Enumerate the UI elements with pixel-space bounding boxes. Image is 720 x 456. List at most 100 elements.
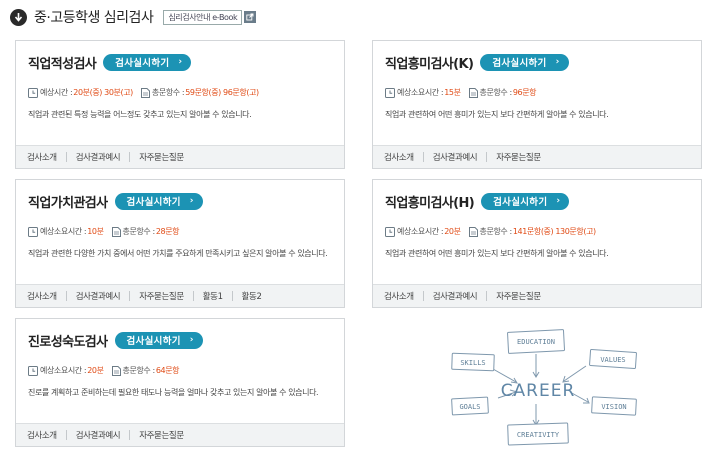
time-label: 예상소요시간 : <box>40 366 87 375</box>
time-label: 예상시간 : <box>40 88 73 97</box>
divider <box>231 291 233 301</box>
card-footer: 검사소개 검사결과예시 자주묻는질문 <box>16 423 344 446</box>
link-result-example[interactable]: 검사결과예시 <box>433 290 478 302</box>
card-title: 직업가치관검사 <box>28 195 108 211</box>
meta-row: 예상소요시간 : 10분 총문항수 : 28문항 <box>28 226 332 237</box>
divider <box>192 291 194 301</box>
time-label: 예상소요시간 : <box>397 88 444 97</box>
link-result-example[interactable]: 검사결과예시 <box>76 429 121 441</box>
meta-row: 예상소요시간 : 20분 총문항수 : 64문항 <box>28 365 332 376</box>
link-test-intro[interactable]: 검사소개 <box>384 151 414 163</box>
start-test-button[interactable]: 검사실시하기 › <box>481 192 570 210</box>
start-test-label: 검사실시하기 <box>492 58 547 69</box>
document-icon <box>140 87 150 98</box>
document-icon <box>468 87 478 98</box>
chevron-right-icon: › <box>178 57 183 67</box>
link-test-intro[interactable]: 검사소개 <box>384 290 414 302</box>
link-result-example[interactable]: 검사결과예시 <box>433 151 478 163</box>
external-link-icon <box>244 11 257 23</box>
link-result-example[interactable]: 검사결과예시 <box>76 290 121 302</box>
time-value: 20분 <box>87 366 104 375</box>
link-activity-2[interactable]: 활동2 <box>242 290 262 302</box>
divider <box>486 152 488 162</box>
card-footer: 검사소개 검사결과예시 자주묻는질문 <box>373 284 701 307</box>
link-result-example[interactable]: 검사결과예시 <box>76 151 121 163</box>
test-card-aptitude: 직업적성검사 검사실시하기 › 예상시간 : 20분(중) 30분(고) 총문항수… <box>15 40 345 169</box>
link-test-intro[interactable]: 검사소개 <box>27 290 57 302</box>
clock-icon <box>385 226 395 237</box>
creativity-label: CREATIVITY <box>517 431 560 439</box>
clock-icon <box>28 226 38 237</box>
link-faq[interactable]: 자주묻는질문 <box>139 429 184 441</box>
count-value: 28문항 <box>155 227 180 236</box>
start-test-button[interactable]: 검사실시하기 › <box>103 53 192 71</box>
divider <box>65 291 67 301</box>
start-test-button[interactable]: 검사실시하기 › <box>114 192 203 210</box>
time-label: 예상소요시간 : <box>397 227 444 236</box>
card-description: 직업과 관련하여 어떤 흥미가 있는지 보다 간편하게 알아볼 수 있습니다. <box>385 110 609 119</box>
start-test-label: 검사실시하기 <box>126 336 181 347</box>
chevron-right-icon: › <box>556 196 561 206</box>
clock-icon <box>28 365 38 376</box>
card-title: 진로성숙도검사 <box>28 334 108 350</box>
education-label: EDUCATION <box>517 338 555 346</box>
meta-row: 예상소요시간 : 20분 총문항수 : 141문항(중) 130문항(고) <box>385 226 689 237</box>
document-icon <box>111 365 121 376</box>
divider <box>129 430 131 440</box>
link-activity-1[interactable]: 활동1 <box>203 290 223 302</box>
card-description: 진로를 계획하고 준비하는데 필요한 태도나 능력을 얼마나 갖추고 있는지 알… <box>28 388 319 397</box>
link-faq[interactable]: 자주묻는질문 <box>139 290 184 302</box>
test-card-interest-h: 직업흥미검사(H) 검사실시하기 › 예상소요시간 : 20분 총문항수 : 14… <box>372 179 702 308</box>
count-label: 총문항수 : <box>479 227 513 236</box>
ebook-label: 심리검사안내 e-Book <box>163 9 243 25</box>
start-test-button[interactable]: 검사실시하기 › <box>114 331 203 349</box>
count-label: 총문항수 : <box>122 366 156 375</box>
time-label: 예상소요시간 : <box>40 227 87 236</box>
link-test-intro[interactable]: 검사소개 <box>27 429 57 441</box>
start-test-label: 검사실시하기 <box>115 58 170 69</box>
card-title: 직업흥미검사(H) <box>385 195 475 211</box>
start-test-button[interactable]: 검사실시하기 › <box>480 53 569 71</box>
count-label: 총문항수 : <box>479 88 513 97</box>
section-title: 중·고등학생 심리검사 <box>34 10 154 26</box>
clock-icon <box>28 87 38 98</box>
link-test-intro[interactable]: 검사소개 <box>27 151 57 163</box>
vision-label: VISION <box>601 403 626 411</box>
meta-row: 예상소요시간 : 15분 총문항수 : 96문항 <box>385 87 689 98</box>
divider <box>65 430 67 440</box>
clock-icon <box>385 87 395 98</box>
card-description: 직업과 관련된 특정 능력을 어느정도 갖추고 있는지 알아볼 수 있습니다. <box>28 110 252 119</box>
values-label: VALUES <box>600 356 625 364</box>
count-value: 59문항(중) 96문항(고) <box>185 88 259 97</box>
card-footer: 검사소개 검사결과예시 자주묻는질문 활동1 활동2 <box>16 284 344 307</box>
ebook-link[interactable]: 심리검사안내 e-Book <box>163 9 257 25</box>
time-value: 20분(중) 30분(고) <box>73 88 133 97</box>
skills-label: SKILLS <box>460 359 485 367</box>
career-illustration: EDUCATION SKILLS VALUES GOALS VISION CRE… <box>451 329 637 446</box>
card-description: 직업과 관련하여 어떤 흥미가 있는지 보다 간편하게 알아볼 수 있습니다. <box>385 249 609 258</box>
link-faq[interactable]: 자주묻는질문 <box>139 151 184 163</box>
count-value: 141문항(중) 130문항(고) <box>512 227 596 236</box>
start-test-label: 검사실시하기 <box>126 197 181 208</box>
card-footer: 검사소개 검사결과예시 자주묻는질문 <box>16 145 344 168</box>
card-description: 직업과 관련한 다양한 가치 중에서 어떤 가치를 주요하게 만족시키고 싶은지… <box>28 249 328 258</box>
test-card-career-maturity: 진로성숙도검사 검사실시하기 › 예상소요시간 : 20분 총문항수 : 64문항… <box>15 318 345 447</box>
count-value: 96문항 <box>512 88 537 97</box>
divider <box>422 152 424 162</box>
time-value: 15분 <box>444 88 461 97</box>
goals-label: GOALS <box>459 403 480 411</box>
career-label: CAREER <box>501 381 576 401</box>
document-icon <box>111 226 121 237</box>
section-header: 중·고등학생 심리검사 심리검사안내 e-Book <box>10 7 257 27</box>
chevron-right-icon: › <box>555 57 560 67</box>
chevron-right-icon: › <box>189 196 194 206</box>
link-faq[interactable]: 자주묻는질문 <box>496 290 541 302</box>
count-label: 총문항수 : <box>122 227 156 236</box>
card-footer: 검사소개 검사결과예시 자주묻는질문 <box>373 145 701 168</box>
meta-row: 예상시간 : 20분(중) 30분(고) 총문항수 : 59문항(중) 96문항… <box>28 87 332 98</box>
arrow-down-circle-icon <box>10 8 27 26</box>
card-title: 직업흥미검사(K) <box>385 56 474 72</box>
link-faq[interactable]: 자주묻는질문 <box>496 151 541 163</box>
start-test-label: 검사실시하기 <box>493 197 548 208</box>
test-card-values: 직업가치관검사 검사실시하기 › 예상소요시간 : 10분 총문항수 : 28문항… <box>15 179 345 308</box>
